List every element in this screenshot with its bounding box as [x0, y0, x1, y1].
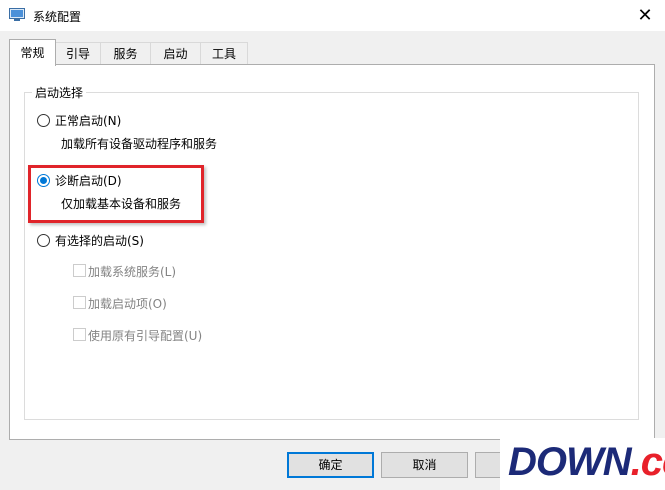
- use-original-boot-config-label: 使用原有引导配置(U): [88, 329, 203, 343]
- system-config-app-icon: [9, 8, 25, 21]
- window-title: 系统配置: [33, 10, 82, 24]
- cancel-button[interactable]: 取消: [381, 452, 468, 478]
- tab-services[interactable]: 服务: [100, 42, 151, 64]
- use-original-boot-config-checkbox[interactable]: [73, 328, 86, 341]
- title-bar: [0, 0, 665, 31]
- watermark-logo: DOWN.cc: [508, 440, 665, 485]
- load-system-services-checkbox[interactable]: [73, 264, 86, 277]
- normal-startup-description: 加载所有设备驱动程序和服务: [61, 137, 218, 151]
- tab-tools[interactable]: 工具: [200, 42, 248, 64]
- selective-startup-radio[interactable]: [37, 234, 50, 247]
- tab-boot[interactable]: 引导: [55, 42, 101, 64]
- close-icon[interactable]: ✕: [625, 0, 665, 31]
- watermark-dot: .: [630, 440, 642, 484]
- startup-selection-label: 启动选择: [32, 84, 87, 101]
- normal-startup-label[interactable]: 正常启动(N): [55, 112, 121, 129]
- tab-general[interactable]: 常规: [9, 39, 56, 66]
- watermark-suffix: cc: [640, 440, 665, 484]
- load-startup-items-label: 加载启动项(O): [88, 297, 167, 311]
- watermark-main: DOWN: [508, 440, 632, 484]
- tab-startup[interactable]: 启动: [150, 42, 201, 64]
- selective-startup-label[interactable]: 有选择的启动(S): [55, 232, 144, 249]
- normal-startup-radio[interactable]: [37, 114, 50, 127]
- load-system-services-label: 加载系统服务(L): [88, 265, 177, 279]
- red-highlight-box: [28, 165, 204, 223]
- ok-button[interactable]: 确定: [287, 452, 374, 478]
- load-startup-items-checkbox[interactable]: [73, 296, 86, 309]
